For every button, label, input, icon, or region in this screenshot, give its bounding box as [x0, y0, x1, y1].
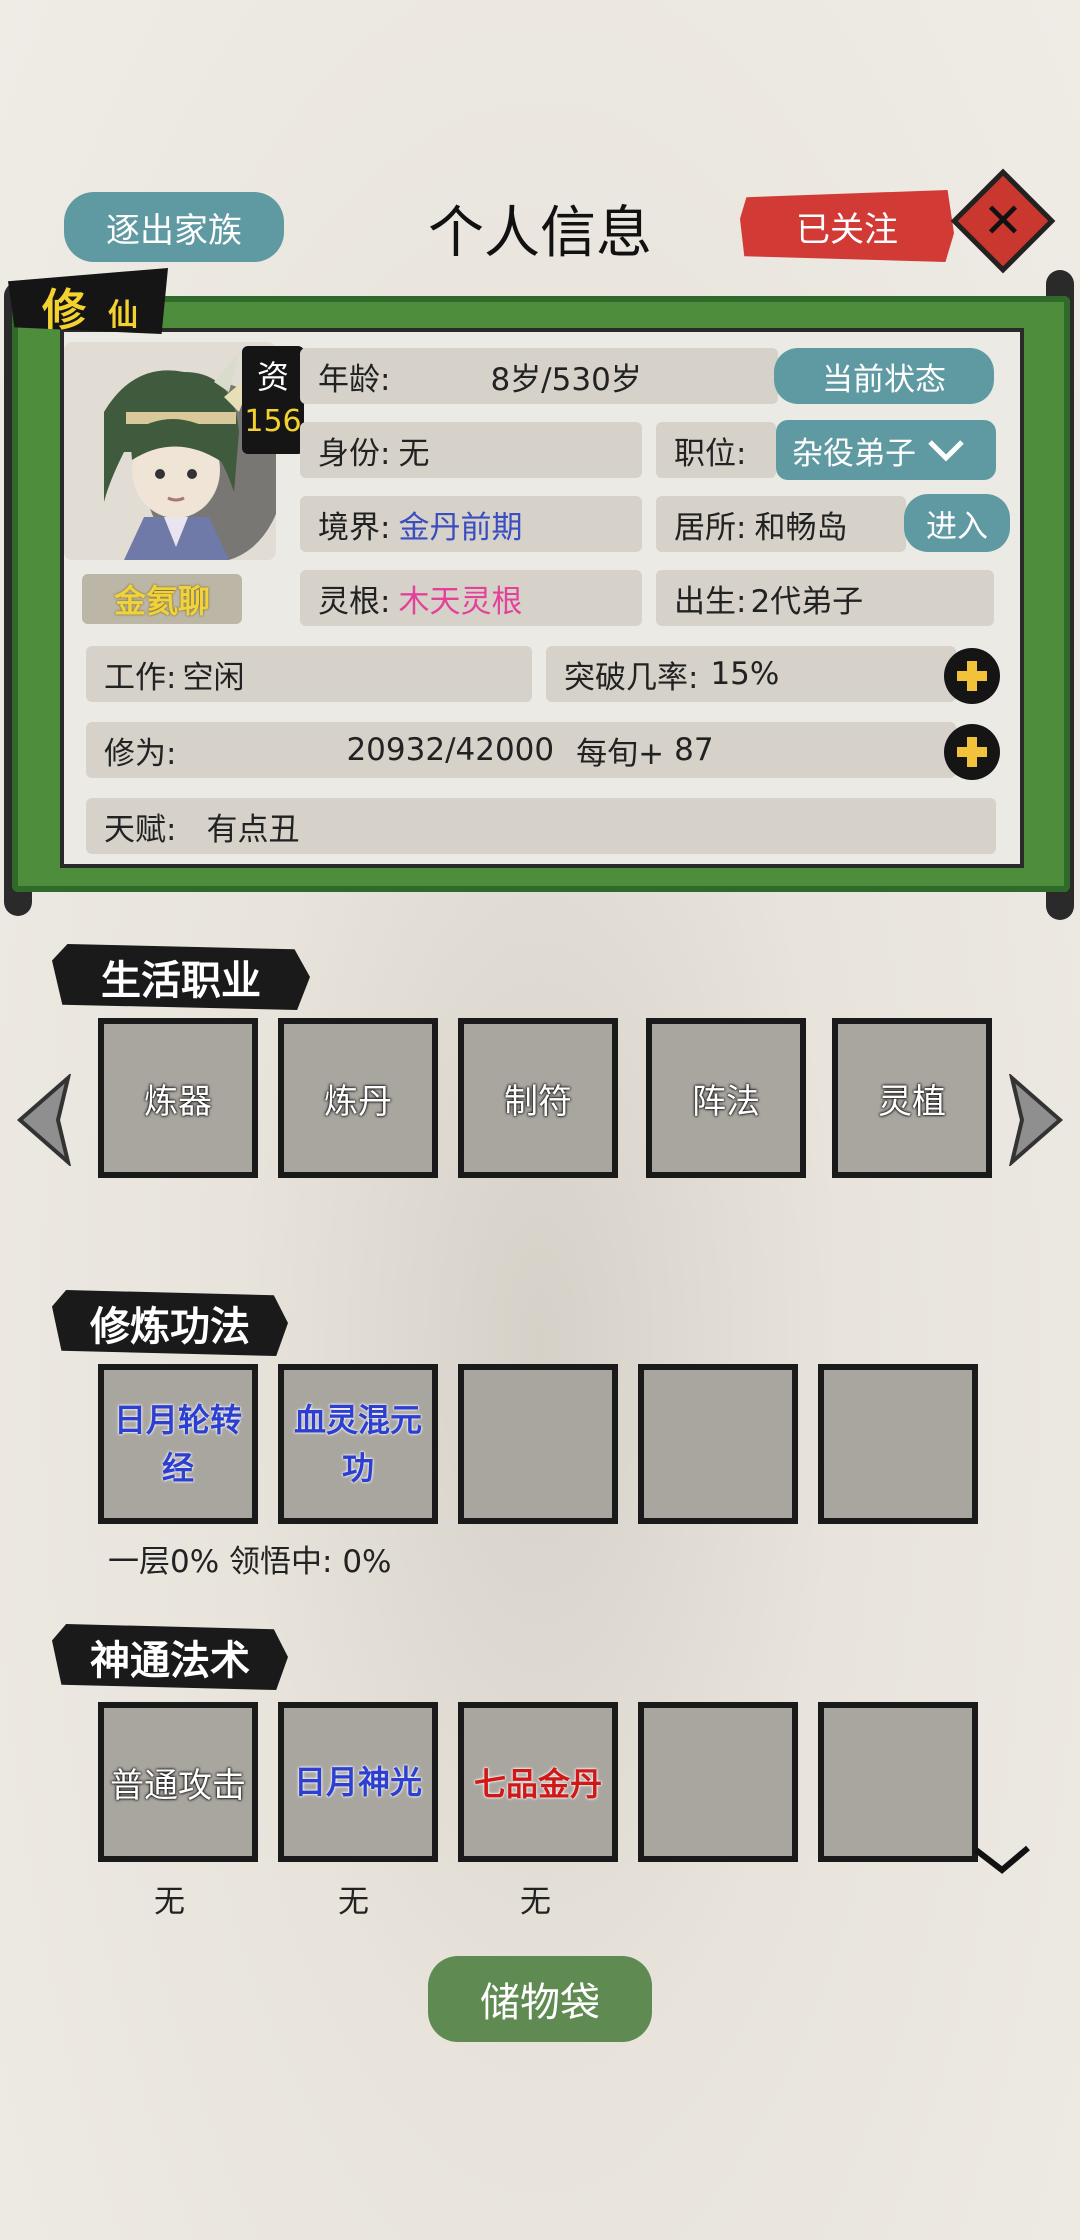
current-status-button[interactable]: 当前状态	[774, 348, 994, 404]
life-jobs-title: 生活职业	[52, 944, 310, 1010]
work-label: 工作:	[104, 659, 177, 696]
spirit-root-value: 木天灵根	[398, 583, 523, 620]
spell-tile[interactable]: 普通攻击	[98, 1702, 258, 1862]
spell-tile[interactable]: 七品金丹	[458, 1702, 618, 1862]
character-name[interactable]: 金氦聊	[82, 574, 242, 624]
arrow-right-icon[interactable]	[1006, 1074, 1066, 1166]
cultivator-tag: 修 仙	[8, 268, 168, 334]
per-period-value: 87	[674, 732, 714, 768]
birth-field: 出生: 2代弟子	[656, 570, 994, 626]
life-job-tile[interactable]: 阵法	[646, 1018, 806, 1178]
spell-level-label: 无	[338, 1884, 369, 1920]
technique-progress-text: 一层0% 领悟中: 0%	[108, 1544, 392, 1580]
residence-field: 居所: 和畅岛	[656, 496, 906, 552]
technique-name: 血灵混元功	[293, 1401, 422, 1487]
plus-cultivation-button[interactable]	[944, 724, 1000, 780]
spells-title: 神通法术	[52, 1624, 288, 1690]
aptitude-badge: 资 156	[242, 346, 304, 454]
aptitude-label: 资	[256, 358, 289, 396]
position-label: 职位:	[674, 435, 747, 472]
breakthrough-field: 突破几率: 15%	[546, 646, 956, 702]
age-value: 8岁/530岁	[490, 361, 642, 398]
technique-slot-empty[interactable]	[458, 1364, 618, 1524]
talent-label: 天赋:	[104, 811, 177, 848]
cultivator-tag-small: 仙	[108, 298, 138, 333]
talent-field: 天赋: 有点丑	[86, 798, 996, 854]
life-job-tile[interactable]: 灵植	[832, 1018, 992, 1178]
expel-from-clan-button[interactable]: 逐出家族	[64, 192, 284, 262]
followed-button[interactable]: 已关注	[740, 190, 954, 262]
life-job-tile[interactable]: 制符	[458, 1018, 618, 1178]
breakthrough-label: 突破几率:	[564, 659, 699, 696]
birth-value: 2代弟子	[750, 583, 864, 620]
enter-residence-button[interactable]: 进入	[904, 494, 1010, 552]
work-field: 工作: 空闲	[86, 646, 532, 702]
technique-tile[interactable]: 日月轮转经	[98, 1364, 258, 1524]
realm-label: 境界:	[318, 509, 391, 546]
cultivation-field: 修为: 20932/42000 每旬+ 87	[86, 722, 956, 778]
spell-slot-empty[interactable]	[638, 1702, 798, 1862]
spell-tile[interactable]: 日月神光	[278, 1702, 438, 1862]
position-value: 杂役弟子	[792, 435, 916, 472]
technique-slot-empty[interactable]	[818, 1364, 978, 1524]
cultivator-tag-big: 修	[42, 285, 86, 336]
aptitude-value: 156	[244, 404, 302, 439]
spell-slot-empty[interactable]	[818, 1702, 978, 1862]
techniques-title: 修炼功法	[52, 1290, 288, 1356]
page-title: 个人信息	[428, 201, 652, 266]
cultivation-value: 20932/42000	[346, 732, 555, 768]
cultivation-label: 修为:	[104, 735, 177, 772]
life-job-tile[interactable]: 炼器	[98, 1018, 258, 1178]
spell-level-label: 无	[520, 1884, 551, 1920]
storage-bag-button[interactable]: 储物袋	[428, 1956, 652, 2042]
chevron-down-icon	[928, 440, 964, 462]
talent-value: 有点丑	[206, 811, 300, 848]
close-button[interactable]: ✕	[950, 168, 1056, 274]
expand-chevron-icon[interactable]	[972, 1842, 1032, 1876]
technique-tile[interactable]: 血灵混元功	[278, 1364, 438, 1524]
age-label: 年龄:	[318, 361, 391, 398]
identity-value: 无	[398, 435, 430, 472]
identity-label: 身份:	[318, 435, 391, 472]
position-label-field: 职位:	[656, 422, 776, 478]
plus-icon-bar	[967, 737, 977, 767]
work-value: 空闲	[182, 659, 245, 696]
technique-name: 日月轮转经	[113, 1401, 242, 1487]
breakthrough-value: 15%	[710, 656, 780, 692]
plus-breakthrough-button[interactable]	[944, 648, 1000, 704]
realm-field: 境界: 金丹前期	[300, 496, 642, 552]
technique-slot-empty[interactable]	[638, 1364, 798, 1524]
per-period-label: 每旬+	[576, 735, 665, 772]
birth-label: 出生:	[674, 583, 747, 620]
position-dropdown[interactable]: 杂役弟子	[776, 420, 996, 480]
life-job-tile[interactable]: 炼丹	[278, 1018, 438, 1178]
arrow-left-icon[interactable]	[14, 1074, 74, 1166]
age-field: 年龄: 8岁/530岁	[300, 348, 778, 404]
realm-value: 金丹前期	[398, 509, 523, 546]
plus-icon-bar	[967, 661, 977, 691]
residence-value: 和畅岛	[754, 509, 848, 546]
identity-field: 身份: 无	[300, 422, 642, 478]
spell-level-label: 无	[154, 1884, 185, 1920]
spirit-root-label: 灵根:	[318, 583, 391, 620]
residence-label: 居所:	[674, 509, 747, 546]
spirit-root-field: 灵根: 木天灵根	[300, 570, 642, 626]
close-icon: ✕	[982, 193, 1024, 249]
